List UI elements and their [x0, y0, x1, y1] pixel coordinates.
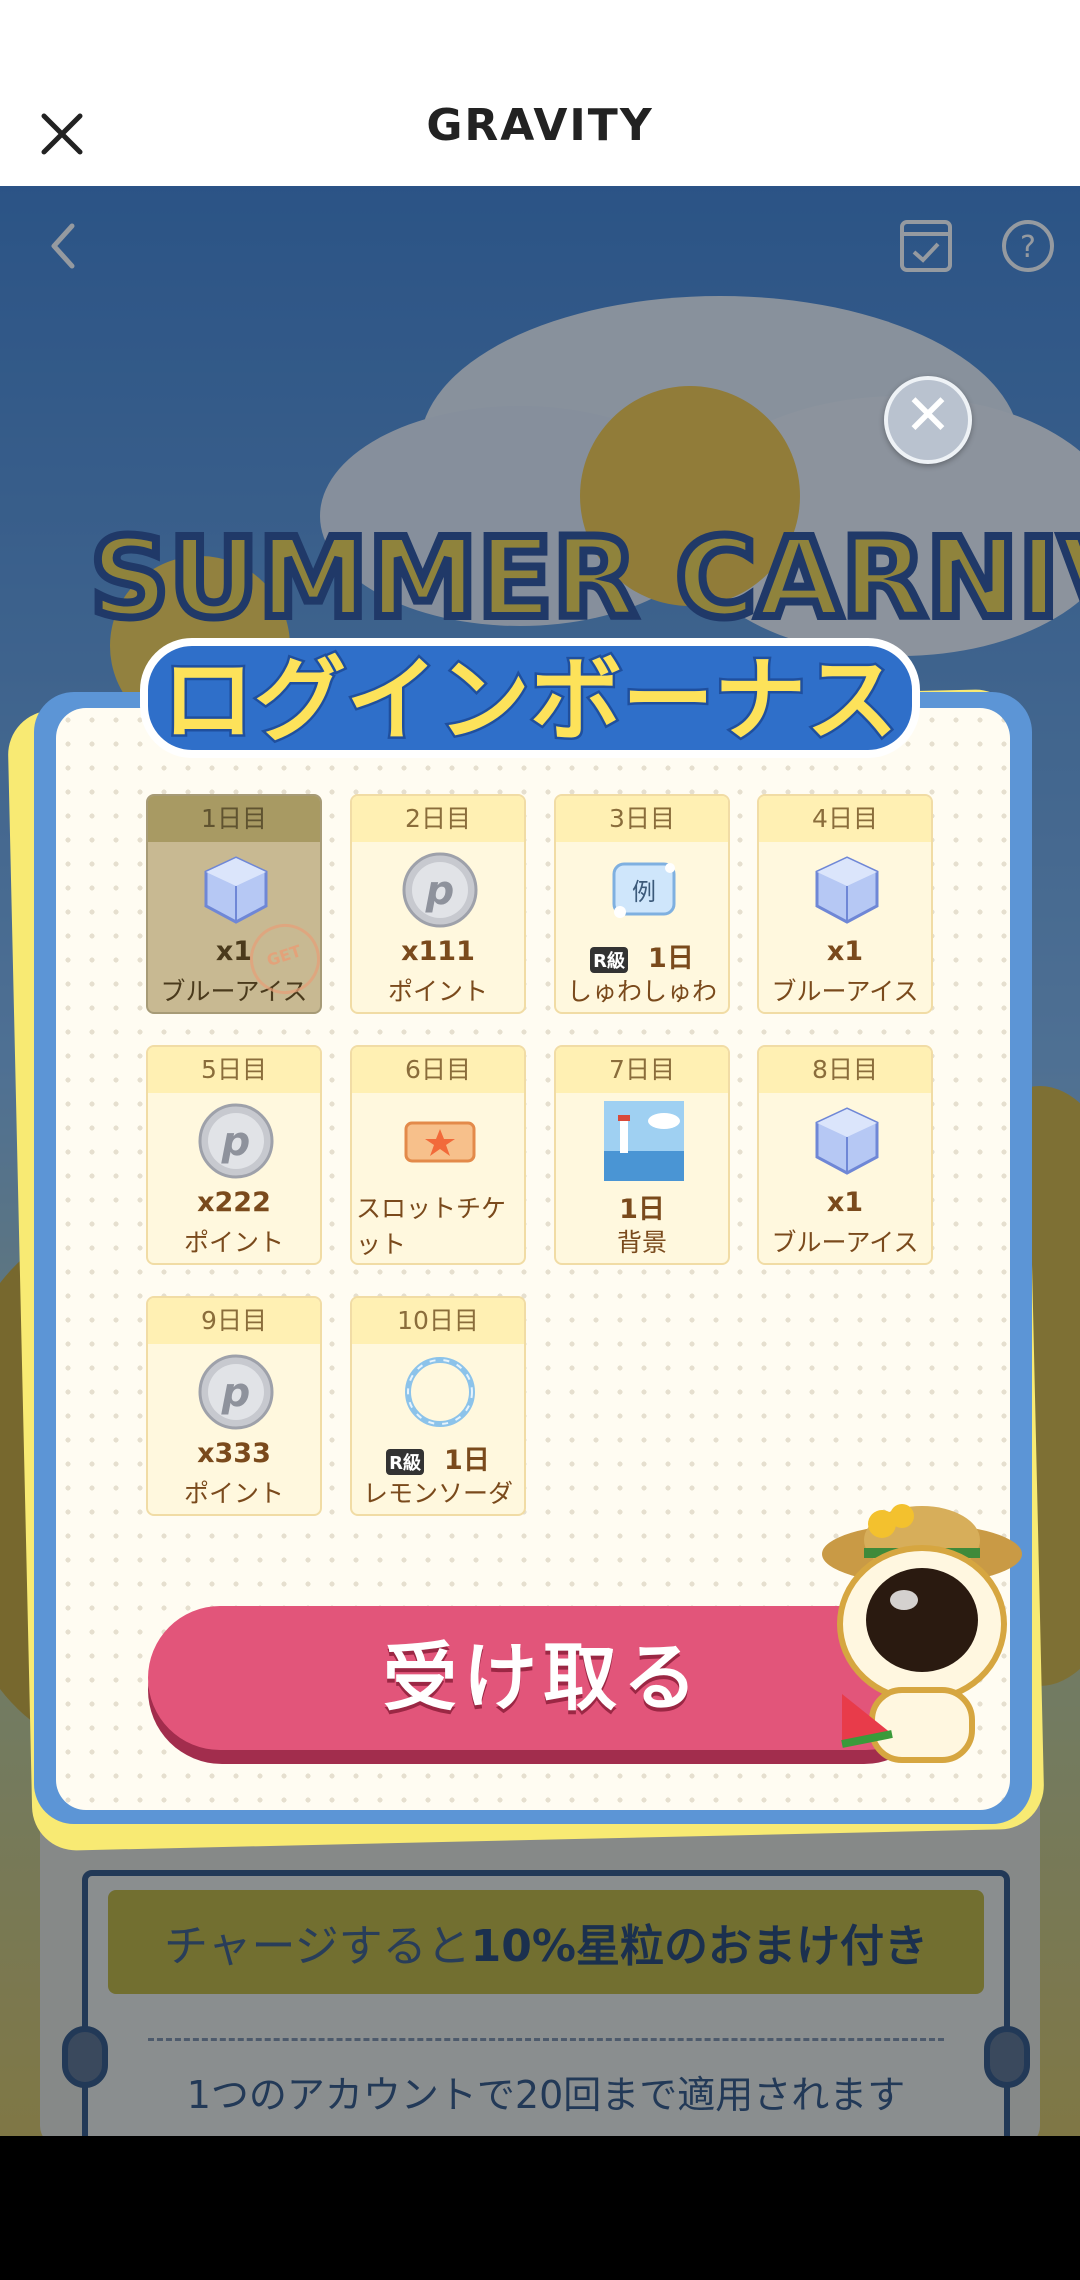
- reward-name: ポイント: [183, 1228, 284, 1257]
- reward-amount-row: x222: [148, 1187, 320, 1218]
- reward-amount: x1: [826, 1187, 864, 1218]
- reward-name: ポイント: [183, 1479, 284, 1508]
- reward-amount: 1日: [444, 1445, 490, 1476]
- reward-amount-row: R級 1日: [556, 936, 728, 975]
- reward-amount-row: R級 1日: [352, 1438, 524, 1477]
- reward-amount: x222: [197, 1187, 271, 1218]
- svg-text:p: p: [425, 868, 455, 914]
- reward-card-day-8: 8日目 x1 ブルーアイス: [757, 1045, 933, 1265]
- blue-ice-icon: [807, 1101, 887, 1181]
- reward-amount-row: x1: [759, 936, 931, 967]
- app-header: GRAVITY: [0, 64, 1080, 186]
- reward-amount-row: x111: [352, 936, 524, 967]
- app-screen: GRAVITY SUMMER CARNIVAL: [0, 0, 1080, 2136]
- rank-badge: R級: [590, 946, 629, 973]
- reward-day-label: 4日目: [759, 796, 931, 842]
- reward-amount: 1日: [648, 943, 694, 974]
- reward-name: スロットチケット: [356, 1194, 507, 1259]
- reward-card-day-4: 4日目 x1 ブルーアイス: [757, 794, 933, 1014]
- reward-card-day-3: 3日目例 R級 1日しゅわしゅわ: [554, 794, 730, 1014]
- reward-card-day-2: 2日目 p x111 ポイント: [350, 794, 526, 1014]
- reward-card-day-6: 6日目スロットチケット: [350, 1045, 526, 1265]
- close-icon: ✕: [904, 383, 952, 448]
- rank-badge: R級: [386, 1448, 425, 1475]
- reward-amount: 1日: [619, 1194, 665, 1225]
- reward-amount: x333: [197, 1438, 271, 1469]
- point-coin-icon: p: [196, 1101, 276, 1181]
- modal-title-text: ログインボーナス: [162, 647, 898, 754]
- reward-amount: x1: [826, 936, 864, 967]
- lighthouse-background-icon: [604, 1101, 684, 1181]
- reward-name: 背景: [616, 1228, 667, 1257]
- reward-day-label: 10日目: [352, 1298, 524, 1344]
- example-card-icon: 例: [604, 850, 684, 930]
- reward-card-day-10: 10日目 R級 1日レモンソーダ: [350, 1296, 526, 1516]
- reward-name: レモンソーダ: [362, 1479, 513, 1508]
- reward-card-day-5: 5日目 p x222 ポイント: [146, 1045, 322, 1265]
- reward-day-label: 9日目: [148, 1298, 320, 1344]
- svg-text:p: p: [221, 1119, 251, 1165]
- blue-ice-icon: [196, 850, 276, 930]
- reward-card-day-1: 1日目 x1 ブルーアイス GET: [146, 794, 322, 1014]
- reward-day-label: 8日目: [759, 1047, 931, 1093]
- point-coin-icon: p: [196, 1352, 276, 1432]
- reward-amount-row: 1日: [556, 1187, 728, 1226]
- app-title: GRAVITY: [426, 100, 654, 151]
- reward-amount-row: x1: [759, 1187, 931, 1218]
- icon-label: 例: [632, 878, 656, 906]
- reward-day-label: 1日目: [148, 796, 320, 842]
- reward-day-label: 7日目: [556, 1047, 728, 1093]
- reward-day-label: 5日目: [148, 1047, 320, 1093]
- modal-title: ログインボーナス: [130, 620, 930, 770]
- svg-text:p: p: [221, 1370, 251, 1416]
- reward-amount: x1: [215, 936, 253, 967]
- slot-ticket-icon: [400, 1101, 480, 1181]
- reward-amount-row: x333: [148, 1438, 320, 1469]
- status-bar: [0, 0, 1080, 64]
- reward-name: ブルーアイス: [771, 977, 919, 1006]
- reward-name: しゅわしゅわ: [566, 977, 717, 1006]
- blue-ice-icon: [807, 850, 887, 930]
- lemon-soda-frame-icon: [400, 1352, 480, 1432]
- reward-name: ブルーアイス: [771, 1228, 919, 1257]
- reward-day-label: 2日目: [352, 796, 524, 842]
- reward-card-day-9: 9日目 p x333 ポイント: [146, 1296, 322, 1516]
- reward-day-label: 6日目: [352, 1047, 524, 1093]
- reward-card-day-7: 7日目 1日背景: [554, 1045, 730, 1265]
- modal-close-button[interactable]: ✕: [884, 376, 972, 464]
- point-coin-icon: p: [400, 850, 480, 930]
- reward-day-label: 3日目: [556, 796, 728, 842]
- reward-amount: x111: [401, 936, 475, 967]
- reward-name: ポイント: [387, 977, 488, 1006]
- astronaut-mascot: [812, 1494, 1032, 1784]
